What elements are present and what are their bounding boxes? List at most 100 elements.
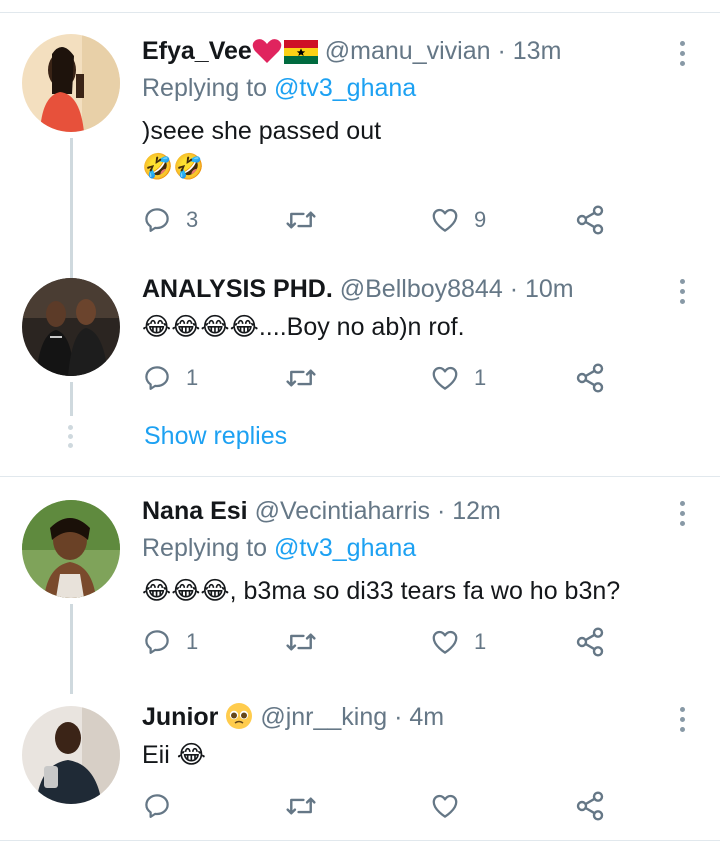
- timestamp[interactable]: 12m: [452, 497, 501, 525]
- timestamp[interactable]: 13m: [513, 37, 562, 65]
- thread-line: [70, 382, 73, 416]
- conversation-divider: [0, 476, 720, 477]
- tweet-analysis-phd[interactable]: ANALYSIS PHD. @Bellboy8844 · 10m 😂😂😂😂...…: [0, 272, 720, 416]
- timestamp[interactable]: 4m: [409, 703, 444, 731]
- more-icon[interactable]: [670, 274, 694, 308]
- retweet-icon: [286, 369, 316, 387]
- tweet-text-body: , b3ma so di33 tears fa wo ho b3n?: [229, 577, 621, 605]
- like-count: 1: [474, 629, 487, 654]
- replying-to: Replying to @tv3_ghana: [142, 74, 416, 103]
- share-button[interactable]: [574, 358, 606, 398]
- display-name[interactable]: ANALYSIS PHD.: [142, 275, 333, 303]
- tweet-text-body: Eii: [142, 741, 170, 769]
- share-button[interactable]: [574, 622, 606, 662]
- avatar[interactable]: [22, 500, 120, 598]
- pleading-face-emoji: [225, 702, 253, 739]
- like-button[interactable]: 9: [430, 200, 486, 240]
- reply-icon: [145, 208, 169, 232]
- reply-count: 1: [186, 629, 199, 654]
- reply-button[interactable]: 1: [142, 358, 198, 398]
- tweet-header: Nana Esi @Vecintiaharris · 12m: [142, 494, 501, 528]
- like-icon: [432, 794, 458, 818]
- display-name[interactable]: Efya_Vee: [142, 37, 252, 65]
- tweet-text: )seee she passed out: [142, 117, 382, 145]
- action-bar: [142, 786, 612, 826]
- tweet-header: ANALYSIS PHD. @Bellboy8844 · 10m: [142, 272, 574, 306]
- laughing-emoji: 😂: [176, 741, 206, 769]
- more-icon[interactable]: [670, 36, 694, 70]
- thread-line: [70, 604, 73, 694]
- tweet-header: Efya_Vee @manu_vivian · 13m: [142, 34, 561, 68]
- share-button[interactable]: [574, 200, 606, 240]
- show-replies-link[interactable]: Show replies: [144, 422, 287, 451]
- laughing-emoji: 😂😂😂😂: [142, 313, 259, 341]
- separator: ·: [436, 497, 446, 525]
- ghana-flag-emoji: [283, 39, 318, 73]
- replying-to-link[interactable]: @tv3_ghana: [274, 74, 416, 102]
- retweet-icon: [286, 211, 316, 229]
- reply-button[interactable]: [142, 786, 172, 826]
- avatar[interactable]: [22, 34, 120, 132]
- reply-icon: [145, 630, 169, 654]
- action-bar: 1 1: [142, 622, 612, 662]
- handle[interactable]: @Vecintiaharris: [255, 497, 430, 525]
- bottom-divider: [0, 840, 720, 841]
- handle[interactable]: @jnr__king: [260, 703, 387, 731]
- tweet-efya-vee[interactable]: Efya_Vee @manu_vivian · 13m Replying to …: [0, 34, 720, 304]
- like-count: 1: [474, 365, 487, 390]
- replying-to: Replying to @tv3_ghana: [142, 534, 416, 563]
- heart-emoji: [252, 38, 282, 73]
- like-button[interactable]: 1: [430, 622, 486, 662]
- tweet-text: Eii 😂: [142, 738, 206, 772]
- reply-count: 3: [186, 207, 199, 232]
- more-icon[interactable]: [670, 702, 694, 736]
- like-icon: [432, 208, 458, 232]
- top-divider: [0, 12, 720, 13]
- like-count: 9: [474, 207, 487, 232]
- separator: ·: [509, 275, 519, 303]
- reply-button[interactable]: 3: [142, 200, 198, 240]
- reply-icon: [145, 366, 169, 390]
- action-bar: 1 1: [142, 358, 612, 398]
- retweet-icon: [286, 633, 316, 651]
- tweet-emoji-line: 🤣🤣: [142, 150, 204, 184]
- laughing-emoji: 😂😂😂: [142, 577, 230, 605]
- reply-count: 1: [186, 365, 199, 390]
- tweet-junior[interactable]: Junior @jnr__king · 4m Eii 😂: [0, 700, 720, 830]
- timestamp[interactable]: 10m: [525, 275, 574, 303]
- tweet-text: 😂😂😂, b3ma so di33 tears fa wo ho b3n?: [142, 574, 620, 608]
- like-icon: [432, 366, 458, 390]
- retweet-button[interactable]: [284, 358, 318, 398]
- retweet-button[interactable]: [284, 786, 318, 826]
- replying-to-link[interactable]: @tv3_ghana: [274, 534, 416, 562]
- action-bar: 3 9: [142, 200, 612, 240]
- like-icon: [432, 630, 458, 654]
- more-icon[interactable]: [670, 496, 694, 530]
- share-icon: [576, 205, 604, 235]
- handle[interactable]: @Bellboy8844: [340, 275, 503, 303]
- handle[interactable]: @manu_vivian: [325, 37, 491, 65]
- replying-prefix: Replying to: [142, 74, 275, 102]
- separator: ·: [497, 37, 506, 65]
- share-icon: [576, 363, 604, 393]
- display-name[interactable]: Junior: [142, 703, 218, 731]
- retweet-button[interactable]: [284, 200, 318, 240]
- retweet-icon: [286, 797, 316, 815]
- like-button[interactable]: 1: [430, 358, 486, 398]
- display-name[interactable]: Nana Esi: [142, 497, 248, 525]
- rofl-emoji: 🤣🤣: [142, 153, 205, 181]
- share-icon: [576, 627, 604, 657]
- tweet-nana-esi[interactable]: Nana Esi @Vecintiaharris · 12m Replying …: [0, 494, 720, 694]
- retweet-button[interactable]: [284, 622, 318, 662]
- tweet-header: Junior @jnr__king · 4m: [142, 700, 444, 734]
- reply-button[interactable]: 1: [142, 622, 198, 662]
- reply-icon: [145, 794, 169, 818]
- separator: ·: [394, 703, 403, 731]
- avatar[interactable]: [22, 278, 120, 376]
- tweet-text-body: ....Boy no ab)n rof.: [258, 313, 465, 341]
- tweet-text: 😂😂😂😂....Boy no ab)n rof.: [142, 310, 465, 344]
- share-button[interactable]: [574, 786, 606, 826]
- thread-gap-dots: [68, 425, 73, 452]
- avatar[interactable]: [22, 706, 120, 804]
- like-button[interactable]: [430, 786, 460, 826]
